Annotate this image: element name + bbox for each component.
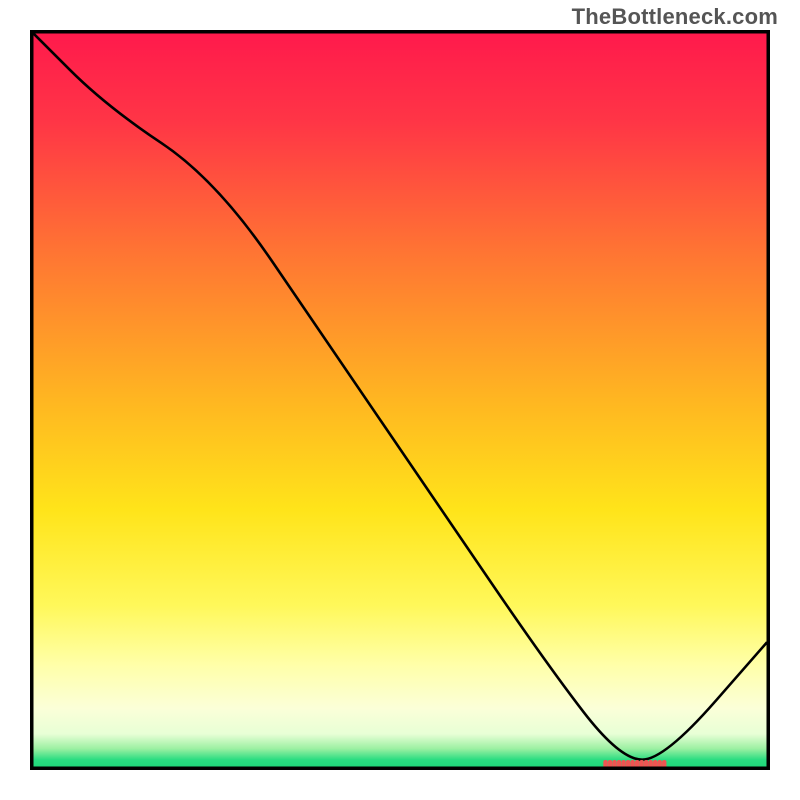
chart-plot-area [30,30,770,770]
chart-svg [30,30,770,770]
watermark-text: TheBottleneck.com [572,4,778,30]
gradient-background [33,33,767,767]
